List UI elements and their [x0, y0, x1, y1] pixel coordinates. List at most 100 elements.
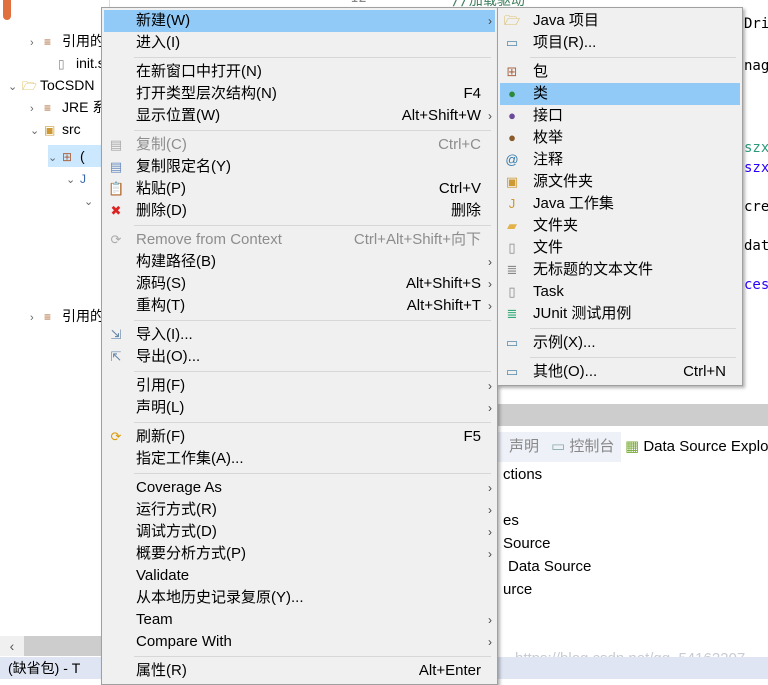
export-icon: ⇱: [110, 349, 122, 364]
menu-item-label: 新建(W): [136, 12, 191, 29]
chevron-down-icon[interactable]: ⌄: [30, 120, 44, 142]
menu-item-label: 进入(I): [136, 34, 181, 51]
tree-item[interactable]: ⌄ ▣ src: [30, 118, 81, 140]
tree-item[interactable]: ⌄ J: [66, 167, 98, 189]
menu-separator: [104, 54, 495, 61]
menu-item[interactable]: ● 类: [500, 83, 740, 105]
menu-item-label: Compare With: [136, 633, 232, 650]
menu-item[interactable]: Team ›: [104, 609, 495, 631]
menu-item[interactable]: 源码(S) Alt+Shift+S ›: [104, 273, 495, 295]
chevron-right-icon: ›: [488, 635, 492, 649]
menu-item[interactable]: ▰ 文件夹: [500, 215, 740, 237]
menu-item[interactable]: ▯ Task: [500, 281, 740, 303]
project-wizard-icon: ▭: [505, 35, 519, 50]
menu-item[interactable]: ▭ 其他(O)... Ctrl+N: [500, 361, 740, 383]
menu-item[interactable]: @ 注释: [500, 149, 740, 171]
menu-item[interactable]: ● 枚举: [500, 127, 740, 149]
tree-item[interactable]: › ≡ 引用的: [30, 305, 104, 327]
menu-item[interactable]: ▭ 示例(X)...: [500, 332, 740, 354]
menu-item-label: 复制(C): [136, 136, 187, 153]
menu-item[interactable]: ≣ 无标题的文本文件: [500, 259, 740, 281]
chevron-down-icon[interactable]: ⌄: [8, 76, 22, 98]
tab-data-source-explorer[interactable]: ▦ Data Source Explo: [621, 432, 768, 462]
code-fragment: nage: [744, 58, 768, 74]
data-source-tree-item[interactable]: Data Source: [508, 558, 591, 575]
menu-item-label: 注释: [533, 151, 564, 168]
menu-item[interactable]: 指定工作集(A)...: [104, 448, 495, 470]
menu-item[interactable]: 声明(L) ›: [104, 397, 495, 419]
chevron-right-icon: ›: [488, 525, 492, 539]
menu-item[interactable]: ⊞ 包: [500, 61, 740, 83]
tree-item[interactable]: › ≡ JRE 系: [30, 96, 106, 118]
menu-item[interactable]: Compare With ›: [104, 631, 495, 653]
menu-item-label: 声明(L): [136, 399, 185, 416]
menu-item-label: 导入(I)...: [136, 326, 193, 343]
menu-item-label: 类: [533, 85, 549, 102]
menu-item[interactable]: 显示位置(W) Alt+Shift+W ›: [104, 105, 495, 127]
orange-handle: [3, 0, 11, 20]
menu-item-label: 文件夹: [533, 217, 579, 234]
menu-item[interactable]: 运行方式(R) ›: [104, 499, 495, 521]
tree-item[interactable]: ⌄: [84, 189, 98, 211]
chevron-right-icon: ›: [488, 14, 492, 28]
menu-item[interactable]: ≣ JUnit 测试用例: [500, 303, 740, 325]
menu-item[interactable]: 构建路径(B) ›: [104, 251, 495, 273]
menu-separator: [104, 317, 495, 324]
menu-item[interactable]: 概要分析方式(P) ›: [104, 543, 495, 565]
menu-separator: [104, 419, 495, 426]
menu-item[interactable]: ⇲ 导入(I)...: [104, 324, 495, 346]
menu-item-shortcut: Alt+Shift+W: [401, 107, 481, 124]
menu-item[interactable]: ⟳ 刷新(F) F5: [104, 426, 495, 448]
menu-item[interactable]: 引用(F) ›: [104, 375, 495, 397]
source-folder-icon: ▣: [505, 174, 519, 189]
tree-item[interactable]: ▯ init.s: [44, 52, 105, 74]
menu-item[interactable]: Validate: [104, 565, 495, 587]
menu-separator: [500, 325, 740, 332]
scroll-left-icon[interactable]: ‹: [0, 636, 24, 656]
menu-item[interactable]: ▯ 文件: [500, 237, 740, 259]
menu-separator: [104, 653, 495, 660]
menu-item[interactable]: 🗁 Java 项目: [500, 10, 740, 32]
menu-item[interactable]: ▣ 源文件夹: [500, 171, 740, 193]
menu-item[interactable]: 新建(W) ›: [104, 10, 495, 32]
library-icon: ≡: [44, 101, 52, 115]
menu-item[interactable]: ▤ 复制(C) Ctrl+C: [104, 134, 495, 156]
tree-item[interactable]: › ≡ 引用的: [30, 30, 104, 52]
data-source-tree-item[interactable]: urce: [503, 581, 532, 598]
menu-item[interactable]: 调试方式(D) ›: [104, 521, 495, 543]
menu-item[interactable]: 📋 粘贴(P) Ctrl+V: [104, 178, 495, 200]
menu-item[interactable]: ⟳ Remove from Context Ctrl+Alt+Shift+向下: [104, 229, 495, 251]
chevron-down-icon[interactable]: ⌄: [48, 147, 62, 169]
menu-item[interactable]: ● 接口: [500, 105, 740, 127]
menu-item[interactable]: J Java 工作集: [500, 193, 740, 215]
chevron-right-icon[interactable]: ›: [30, 32, 44, 54]
paste-icon: 📋: [108, 181, 125, 196]
menu-item[interactable]: 重构(T) Alt+Shift+T ›: [104, 295, 495, 317]
chevron-down-icon[interactable]: ⌄: [84, 191, 98, 213]
chevron-right-icon[interactable]: ›: [30, 98, 44, 120]
menu-item[interactable]: 从本地历史记录复原(Y)...: [104, 587, 495, 609]
tree-item[interactable]: ⌄ ⊞ (: [48, 145, 108, 167]
tab-declaration[interactable]: 声明: [509, 432, 539, 462]
menu-item[interactable]: ✖ 删除(D) 删除: [104, 200, 495, 222]
chevron-right-icon: ›: [488, 401, 492, 415]
tree-item-label: (: [80, 148, 85, 164]
tab-console[interactable]: ▭ 控制台: [551, 432, 614, 462]
chevron-right-icon[interactable]: ›: [30, 307, 44, 329]
data-source-tree-item[interactable]: es: [503, 512, 519, 529]
chevron-down-icon[interactable]: ⌄: [66, 169, 80, 191]
data-source-tree-item[interactable]: ctions: [503, 466, 542, 483]
tree-item[interactable]: ⌄ 🗁 ToCSDN: [8, 74, 94, 96]
menu-item[interactable]: Coverage As ›: [104, 477, 495, 499]
menu-item[interactable]: 进入(I): [104, 32, 495, 54]
horizontal-scrollbar[interactable]: ‹: [0, 636, 110, 656]
data-source-tree-item[interactable]: Source: [503, 535, 551, 552]
menu-item-label: 构建路径(B): [136, 253, 216, 270]
menu-item[interactable]: 在新窗口中打开(N): [104, 61, 495, 83]
menu-item[interactable]: 打开类型层次结构(N) F4: [104, 83, 495, 105]
menu-item[interactable]: ⇱ 导出(O)...: [104, 346, 495, 368]
tree-item-label: JRE 系: [62, 99, 107, 115]
menu-item[interactable]: ▭ 项目(R)...: [500, 32, 740, 54]
library-icon: ≡: [44, 310, 52, 324]
menu-item[interactable]: ▤ 复制限定名(Y): [104, 156, 495, 178]
